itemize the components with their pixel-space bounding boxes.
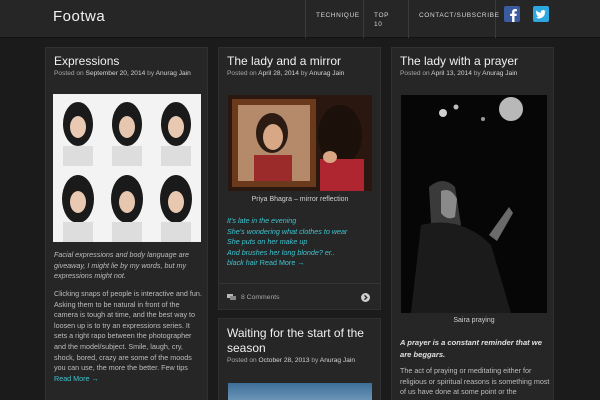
meta-by: by [147, 70, 155, 77]
post-title[interactable]: Expressions [54, 54, 119, 69]
main-nav: TECHNIQUE TOP 10 CONTACT/SUBSCRIBE [305, 0, 499, 38]
comments-link[interactable]: 8 Comments [241, 294, 280, 301]
post-card-lady-prayer: The lady with a prayer Posted on April 1… [391, 47, 554, 400]
poem-line: She's wondering what clothes to wear [227, 226, 348, 236]
nav-item-technique[interactable]: TECHNIQUE [305, 0, 363, 38]
post-quote: A prayer is a constant reminder that we … [400, 338, 542, 359]
post-author[interactable]: Anurag Jain [320, 357, 355, 364]
post-meta: Posted on October 28, 2013 by Anurag Jai… [227, 357, 355, 364]
post-intro: Facial expressions and body language are… [54, 250, 190, 281]
post-meta: Posted on April 13, 2014 by Anurag Jain [400, 70, 517, 77]
post-date[interactable]: April 28, 2014 [258, 70, 299, 77]
post-excerpt: The act of praying or meditating either … [400, 366, 550, 397]
post-title[interactable]: The lady and a mirror [227, 54, 341, 69]
post-card-waiting-season: Waiting for the start of the season Post… [218, 318, 381, 400]
prayer-photo-image [401, 95, 547, 313]
expressions-photo-image [53, 94, 201, 242]
mirror-photo[interactable] [228, 95, 372, 191]
post-author[interactable]: Anurag Jain [482, 70, 517, 77]
nav-item-top-10[interactable]: TOP 10 [363, 0, 408, 38]
poem-line: She puts on her make up [227, 237, 308, 247]
poem-line: And brushes her long blonde? er.. [227, 247, 336, 257]
poem-line: black hair [227, 258, 258, 268]
post-author[interactable]: Anurag Jain [309, 70, 344, 77]
meta-by: by [300, 70, 308, 77]
meta-prefix: Posted on [227, 70, 257, 77]
post-date[interactable]: April 13, 2014 [431, 70, 472, 77]
season-photo[interactable] [228, 383, 372, 400]
photo-caption: Saira praying [453, 317, 495, 324]
post-title[interactable]: Waiting for the start of the season [227, 326, 377, 356]
post-date[interactable]: September 20, 2014 [86, 70, 146, 77]
arrow-right-icon[interactable] [361, 293, 370, 302]
post-title[interactable]: The lady with a prayer [400, 54, 518, 69]
meta-prefix: Posted on [400, 70, 430, 77]
post-footer: 8 Comments [219, 283, 380, 311]
twitter-icon[interactable] [533, 6, 549, 22]
meta-prefix: Posted on [227, 357, 257, 364]
photo-caption: Priya Bhagra – mirror reflection [251, 196, 349, 203]
post-poem: It's late in the evening She's wondering… [227, 216, 377, 269]
post-card-expressions: Expressions Posted on September 20, 2014… [45, 47, 208, 400]
post-card-lady-mirror: The lady and a mirror Posted on April 28… [218, 47, 381, 310]
nav-item-contact-subscribe[interactable]: CONTACT/SUBSCRIBE [408, 0, 499, 38]
facebook-icon[interactable] [504, 6, 520, 22]
read-more-link[interactable]: Read More → [54, 374, 99, 383]
read-more-link[interactable]: Read More → [260, 258, 305, 267]
site-logo[interactable]: Footwa [53, 8, 105, 25]
top-navigation-bar: Footwa TECHNIQUE TOP 10 CONTACT/SUBSCRIB… [0, 0, 600, 38]
comments-icon [227, 294, 236, 300]
post-author[interactable]: Anurag Jain [156, 70, 191, 77]
post-date[interactable]: October 28, 2013 [259, 357, 310, 364]
post-excerpt: Clicking snaps of people is interactive … [54, 289, 204, 384]
expressions-photo-grid[interactable] [53, 94, 201, 242]
meta-by: by [473, 70, 481, 77]
post-excerpt-text: Clicking snaps of people is interactive … [54, 289, 202, 373]
meta-by: by [311, 357, 319, 364]
mirror-photo-image [228, 95, 372, 191]
post-meta: Posted on April 28, 2014 by Anurag Jain [227, 70, 344, 77]
meta-prefix: Posted on [54, 70, 84, 77]
post-meta: Posted on September 20, 2014 by Anurag J… [54, 70, 191, 77]
prayer-photo[interactable] [401, 95, 547, 313]
poem-line: It's late in the evening [227, 216, 297, 225]
